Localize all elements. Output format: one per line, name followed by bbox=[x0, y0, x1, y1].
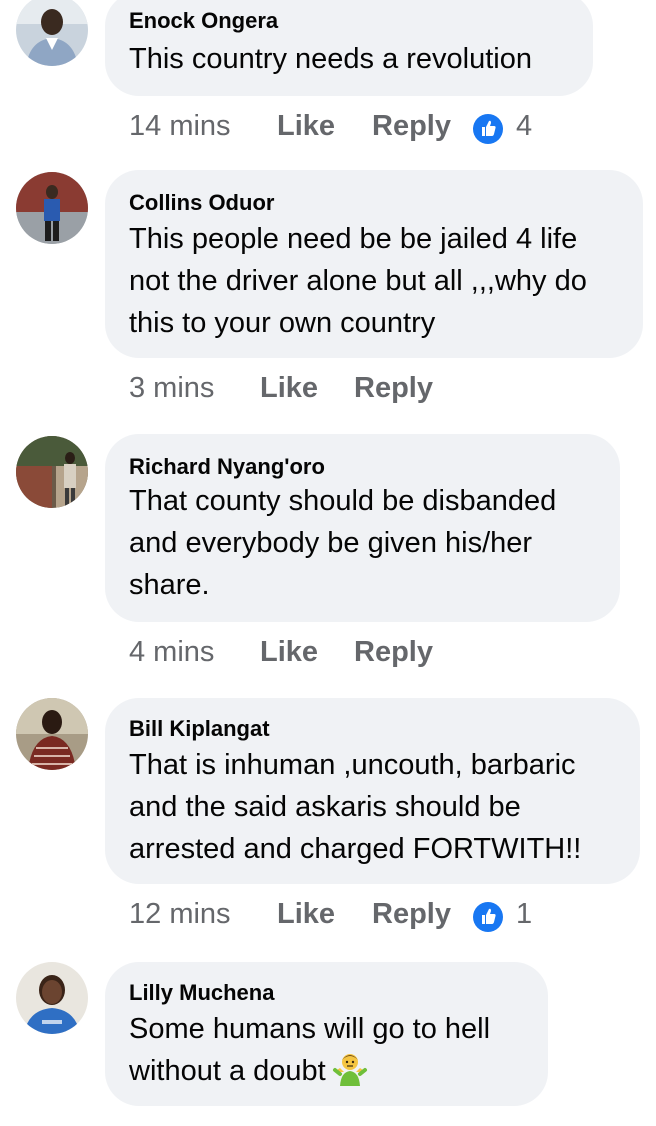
comment-line: arrested and charged FORTWITH!! bbox=[129, 833, 582, 865]
reply-button[interactable]: Reply bbox=[372, 898, 451, 931]
person-shrugging-emoji-icon bbox=[332, 1050, 368, 1098]
comment-actions: 3 mins Like Reply bbox=[129, 372, 469, 412]
comment-time: 14 mins bbox=[129, 110, 231, 142]
reply-button[interactable]: Reply bbox=[354, 372, 433, 405]
comment-line-text: without a doubt bbox=[129, 1055, 326, 1087]
comment-lilly-muchena: Lilly Muchena Some humans will go to hel… bbox=[0, 962, 656, 1126]
comment-line: This country needs a revolution bbox=[129, 43, 532, 75]
avatar[interactable] bbox=[16, 172, 88, 244]
comment-text: This people need be be jailed 4 life not… bbox=[129, 218, 587, 344]
comment-line: This people need be be jailed 4 life bbox=[129, 223, 578, 255]
like-button[interactable]: Like bbox=[277, 898, 335, 931]
comment-enock-ongera: Enock Ongera This country needs a revolu… bbox=[0, 0, 656, 150]
reply-button[interactable]: Reply bbox=[372, 110, 451, 143]
avatar[interactable] bbox=[16, 0, 88, 66]
comment-line: this to your own country bbox=[129, 307, 436, 339]
comment-text: That is inhuman ,uncouth, barbaric and t… bbox=[129, 744, 581, 870]
comment-line: That is inhuman ,uncouth, barbaric bbox=[129, 749, 576, 781]
comment-text: Some humans will go to hell without a do… bbox=[129, 1008, 490, 1098]
comment-author[interactable]: Collins Oduor bbox=[129, 190, 274, 216]
comment-author[interactable]: Bill Kiplangat bbox=[129, 716, 270, 742]
comment-author[interactable]: Lilly Muchena bbox=[129, 980, 274, 1006]
comment-collins-oduor: Collins Oduor This people need be be jai… bbox=[0, 170, 656, 420]
comment-line: and the said askaris should be bbox=[129, 791, 521, 823]
comment-line: That county should be disbanded bbox=[129, 485, 557, 517]
comment-bubble: Enock Ongera This country needs a revolu… bbox=[105, 0, 593, 96]
avatar[interactable] bbox=[16, 698, 88, 770]
reaction-count[interactable]: 1 bbox=[516, 898, 532, 931]
comment-actions: 4 mins Like Reply bbox=[129, 636, 469, 676]
comment-line: without a doubt bbox=[129, 1050, 490, 1098]
avatar[interactable] bbox=[16, 962, 88, 1034]
thumbs-up-icon bbox=[473, 902, 503, 932]
comment-author[interactable]: Richard Nyang'oro bbox=[129, 454, 325, 480]
comment-actions: 12 mins Like Reply 1 bbox=[129, 898, 569, 938]
comment-bubble: Lilly Muchena Some humans will go to hel… bbox=[105, 962, 548, 1106]
thumbs-up-icon bbox=[473, 114, 503, 144]
reply-button[interactable]: Reply bbox=[354, 636, 433, 669]
like-button[interactable]: Like bbox=[277, 110, 335, 143]
comment-time: 12 mins bbox=[129, 898, 231, 930]
like-button[interactable]: Like bbox=[260, 636, 318, 669]
comment-actions: 14 mins Like Reply 4 bbox=[129, 110, 569, 150]
comment-bill-kiplangat: Bill Kiplangat That is inhuman ,uncouth,… bbox=[0, 698, 656, 948]
comment-text: This country needs a revolution bbox=[129, 38, 532, 80]
comment-author[interactable]: Enock Ongera bbox=[129, 8, 278, 34]
reaction-count[interactable]: 4 bbox=[516, 110, 532, 143]
comment-time: 3 mins bbox=[129, 372, 215, 404]
avatar[interactable] bbox=[16, 436, 88, 508]
comment-bubble: Bill Kiplangat That is inhuman ,uncouth,… bbox=[105, 698, 640, 884]
comment-text: That county should be disbanded and ever… bbox=[129, 480, 556, 606]
comment-line: and everybody be given his/her bbox=[129, 527, 533, 559]
comment-richard-nyangoro: Richard Nyang'oro That county should be … bbox=[0, 434, 656, 684]
comment-time: 4 mins bbox=[129, 636, 215, 668]
comment-line: share. bbox=[129, 569, 210, 601]
comment-line: not the driver alone but all ,,,why do bbox=[129, 265, 587, 297]
comment-bubble: Collins Oduor This people need be be jai… bbox=[105, 170, 643, 358]
like-button[interactable]: Like bbox=[260, 372, 318, 405]
comment-line: Some humans will go to hell bbox=[129, 1013, 491, 1045]
comment-bubble: Richard Nyang'oro That county should be … bbox=[105, 434, 620, 622]
